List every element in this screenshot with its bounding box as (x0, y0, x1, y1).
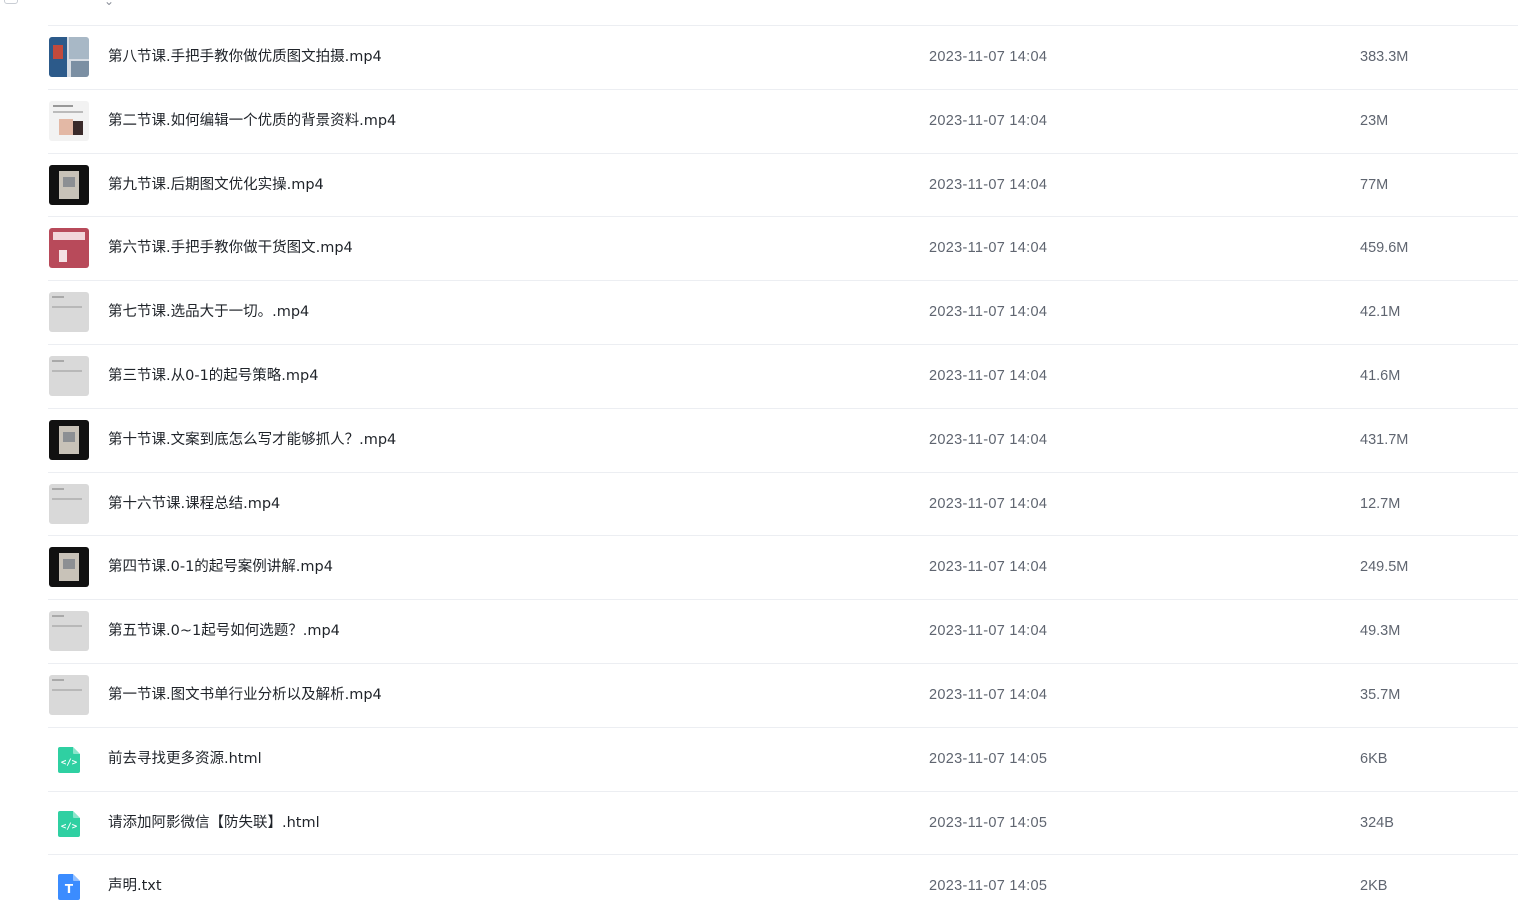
file-row[interactable]: 第八节课.手把手教你做优质图文拍摄.mp4 2023-11-07 14:04 383… (48, 26, 1518, 90)
file-row[interactable]: </> 前去寻找更多资源.html 2023-11-07 14:05 6KB (48, 728, 1518, 792)
code-file-icon: </> (58, 746, 80, 773)
file-name[interactable]: 第一节课.图文书单行业分析以及解析.mp4 (108, 664, 382, 727)
file-size: 42.1M (1360, 304, 1401, 321)
file-name[interactable]: 第三节课.从0-1的起号策略.mp4 (108, 345, 318, 408)
file-size: 77M (1360, 176, 1389, 193)
video-thumbnail (49, 292, 89, 333)
svg-text:</>: </> (61, 758, 78, 768)
file-modified-date: 2023-11-07 14:04 (929, 431, 1048, 448)
file-size: 2KB (1360, 878, 1388, 895)
file-modified-date: 2023-11-07 14:05 (929, 878, 1048, 895)
file-name[interactable]: 第六节课.手把手教你做干货图文.mp4 (108, 217, 353, 280)
file-modified-date: 2023-11-07 14:04 (929, 367, 1048, 384)
file-row[interactable]: 第五节课.0~1起号如何选题？.mp4 2023-11-07 14:04 49.3M (48, 600, 1518, 664)
svg-text:</>: </> (61, 822, 78, 832)
file-name[interactable]: 第十六节课.课程总结.mp4 (108, 473, 280, 536)
file-name[interactable]: 第八节课.手把手教你做优质图文拍摄.mp4 (108, 26, 382, 89)
file-size: 23M (1360, 112, 1389, 129)
file-row[interactable]: 第十六节课.课程总结.mp4 2023-11-07 14:04 12.7M (48, 473, 1518, 537)
file-name[interactable]: 前去寻找更多资源.html (108, 728, 262, 791)
file-list: 第八节课.手把手教你做优质图文拍摄.mp4 2023-11-07 14:04 383… (0, 26, 1518, 909)
select-all-checkbox[interactable] (4, 0, 18, 4)
text-file-icon: T (58, 874, 80, 901)
video-thumbnail (49, 164, 89, 205)
file-modified-date: 2023-11-07 14:05 (929, 814, 1048, 831)
file-size: 41.6M (1360, 367, 1401, 384)
file-name[interactable]: 请添加阿影微信【防失联】.html (108, 792, 320, 855)
svg-text:T: T (65, 882, 74, 896)
video-thumbnail (49, 483, 89, 524)
file-row[interactable]: 第七节课.选品大于一切。.mp4 2023-11-07 14:04 42.1M (48, 281, 1518, 345)
file-modified-date: 2023-11-07 14:04 (929, 304, 1048, 321)
file-name[interactable]: 第七节课.选品大于一切。.mp4 (108, 281, 309, 344)
file-modified-date: 2023-11-07 14:04 (929, 686, 1048, 703)
file-modified-date: 2023-11-07 14:05 (929, 750, 1048, 767)
video-thumbnail (49, 37, 89, 77)
file-name[interactable]: 第五节课.0~1起号如何选题？.mp4 (108, 600, 340, 663)
file-row[interactable]: 第三节课.从0-1的起号策略.mp4 2023-11-07 14:04 41.6M (48, 345, 1518, 409)
file-size: 459.6M (1360, 240, 1409, 257)
video-thumbnail (49, 355, 89, 396)
file-size: 249.5M (1360, 559, 1409, 576)
file-modified-date: 2023-11-07 14:04 (929, 240, 1048, 257)
video-thumbnail (49, 419, 89, 460)
file-row[interactable]: 第二节课.如何编辑一个优质的背景资料.mp4 2023-11-07 14:04 23… (48, 90, 1518, 154)
video-thumbnail (49, 547, 89, 588)
file-name[interactable]: 第十节课.文案到底怎么写才能够抓人？.mp4 (108, 409, 396, 472)
file-modified-date: 2023-11-07 14:04 (929, 495, 1048, 512)
video-thumbnail (49, 228, 89, 269)
file-name[interactable]: 声明.txt (108, 855, 162, 909)
file-size: 383.3M (1360, 49, 1409, 65)
sort-caret-icon[interactable]: ⌄ (104, 0, 114, 8)
video-thumbnail (49, 674, 89, 715)
file-modified-date: 2023-11-07 14:04 (929, 176, 1048, 193)
video-thumbnail (49, 611, 89, 652)
file-modified-date: 2023-11-07 14:04 (929, 559, 1048, 576)
file-size: 324B (1360, 814, 1394, 831)
list-header-fragment: ⌄ (0, 0, 1518, 25)
file-size: 49.3M (1360, 623, 1401, 640)
file-size: 6KB (1360, 750, 1388, 767)
file-name[interactable]: 第四节课.0-1的起号案例讲解.mp4 (108, 536, 333, 599)
file-size: 35.7M (1360, 686, 1401, 703)
file-row[interactable]: 第四节课.0-1的起号案例讲解.mp4 2023-11-07 14:04 249.5… (48, 536, 1518, 601)
file-modified-date: 2023-11-07 14:04 (929, 623, 1048, 640)
file-size: 431.7M (1360, 431, 1409, 448)
file-row[interactable]: 第一节课.图文书单行业分析以及解析.mp4 2023-11-07 14:04 35.… (48, 664, 1518, 728)
file-row[interactable]: 第十节课.文案到底怎么写才能够抓人？.mp4 2023-11-07 14:04 43… (48, 409, 1518, 473)
file-row[interactable]: </> 请添加阿影微信【防失联】.html 2023-11-07 14:05 324B (48, 792, 1518, 856)
file-browser: ⌄ 第八节课.手把手教你做优质图文拍摄.mp4 2023-11-07 14:04 3… (0, 0, 1518, 909)
file-row[interactable]: 第九节课.后期图文优化实操.mp4 2023-11-07 14:04 77M (48, 154, 1518, 218)
file-name[interactable]: 第二节课.如何编辑一个优质的背景资料.mp4 (108, 90, 396, 153)
file-size: 12.7M (1360, 495, 1401, 512)
file-modified-date: 2023-11-07 14:04 (929, 49, 1048, 65)
file-row[interactable]: T 声明.txt 2023-11-07 14:05 2KB (48, 855, 1518, 909)
code-file-icon: </> (58, 810, 80, 837)
file-modified-date: 2023-11-07 14:04 (929, 112, 1048, 129)
file-row[interactable]: 第六节课.手把手教你做干货图文.mp4 2023-11-07 14:04 459.6… (48, 217, 1518, 282)
video-thumbnail (49, 100, 89, 141)
file-name[interactable]: 第九节课.后期图文优化实操.mp4 (108, 154, 324, 217)
